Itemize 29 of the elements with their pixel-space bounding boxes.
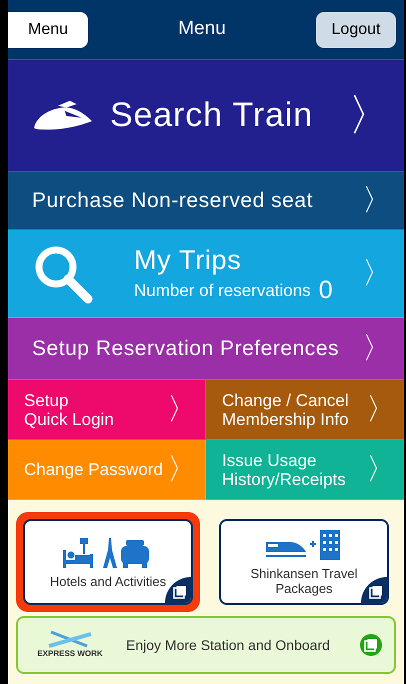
express-work-banner[interactable]: EXPRESS WORK Enjoy More Station and Onboard (16, 616, 396, 674)
chevron-icon: 〉 (348, 94, 392, 138)
menu-item[interactable]: Purchase Non-reserved seat 〉 (8, 172, 404, 230)
logout-button[interactable]: Logout (316, 12, 396, 48)
external-window-icon (173, 585, 187, 599)
chevron-icon: 〉 (362, 258, 392, 288)
chevron-icon: 〉 (366, 454, 396, 484)
chevron-icon: 〉 (167, 454, 197, 484)
menu-tile[interactable]: Setup Quick Login 〉 (8, 380, 206, 440)
chevron-icon: 〉 (366, 394, 396, 424)
express-logo-icon (47, 630, 93, 648)
train-icon (32, 98, 94, 132)
reservations-label: Number of reservations (134, 280, 311, 302)
reservations-count: 0 (318, 278, 333, 304)
express-logo-text: EXPRESS WORK (37, 648, 103, 660)
packages-card[interactable]: Shinkansen Travel Packages (219, 519, 389, 605)
external-window-icon (369, 585, 383, 599)
chevron-icon: 〉 (362, 334, 392, 364)
search-train-button[interactable]: Search Train 〉 (8, 60, 404, 172)
menu-tile[interactable]: Change / Cancel Membership Info 〉 (206, 380, 404, 440)
menu-button[interactable]: Menu (8, 12, 88, 48)
chevron-icon: 〉 (167, 394, 197, 424)
hotels-card[interactable]: Hotels and Activities (23, 519, 193, 605)
chevron-icon: 〉 (362, 186, 392, 216)
header-title: Menu (178, 17, 226, 42)
banner-text: Enjoy More Station and Onboard (126, 636, 331, 655)
my-trips-title: My Trips (134, 244, 242, 277)
external-window-icon (364, 638, 378, 652)
menu-item[interactable]: Setup Reservation Preferences 〉 (8, 318, 404, 380)
